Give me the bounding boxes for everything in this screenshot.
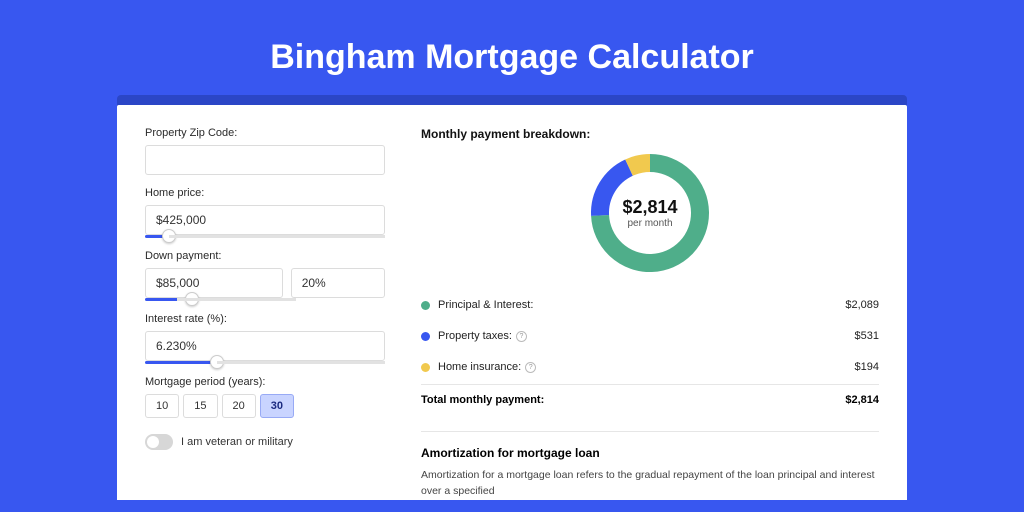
legend: Principal & Interest: $2,089 Property taxe… [421,289,879,382]
rate-label: Interest rate (%): [145,313,385,325]
legend-label-text: Principal & Interest: [438,299,533,311]
legend-dot [421,301,430,310]
info-icon[interactable]: ? [525,362,536,373]
down-payment-label: Down payment: [145,250,385,262]
amortization-text: Amortization for a mortgage loan refers … [421,468,879,500]
zip-input[interactable] [145,145,385,175]
down-payment-percent-input[interactable] [291,268,385,298]
donut-chart: $2,814 per month [590,153,710,273]
amortization-title: Amortization for mortgage loan [421,431,879,460]
period-group: Mortgage period (years): 10152030 [145,376,385,418]
rate-group: Interest rate (%): [145,313,385,364]
legend-value: $531 [855,330,879,342]
down-payment-amount-input[interactable] [145,268,283,298]
info-icon[interactable]: ? [516,331,527,342]
legend-row-0: Principal & Interest: $2,089 [421,289,879,320]
down-payment-row [145,268,385,298]
legend-dot [421,363,430,372]
donut-center: $2,814 per month [590,153,710,273]
price-slider-thumb[interactable] [162,229,176,243]
veteran-row: I am veteran or military [145,434,385,450]
rate-input[interactable] [145,331,385,361]
price-label: Home price: [145,187,385,199]
donut-sub: per month [627,218,672,229]
total-row: Total monthly payment: $2,814 [421,384,879,415]
donut-chart-wrap: $2,814 per month [421,149,879,283]
veteran-label: I am veteran or military [181,436,293,448]
rate-slider[interactable] [145,361,385,364]
legend-dot [421,332,430,341]
breakdown-panel: Monthly payment breakdown: $2,814 per mo… [421,127,879,500]
breakdown-title: Monthly payment breakdown: [421,127,879,141]
legend-label-text: Home insurance: [438,361,521,373]
legend-row-1: Property taxes:? $531 [421,320,879,351]
period-label: Mortgage period (years): [145,376,385,388]
calculator-card: Property Zip Code: Home price: Down paym… [117,105,907,500]
rate-slider-thumb[interactable] [210,355,224,369]
down-payment-slider-thumb[interactable] [185,292,199,306]
page: Bingham Mortgage Calculator Property Zip… [0,0,1024,512]
donut-value: $2,814 [622,197,677,218]
period-button-10[interactable]: 10 [145,394,179,418]
total-label: Total monthly payment: [421,394,845,406]
period-button-20[interactable]: 20 [222,394,256,418]
zip-label: Property Zip Code: [145,127,385,139]
zip-group: Property Zip Code: [145,127,385,175]
page-title: Bingham Mortgage Calculator [0,0,1024,95]
legend-value: $2,089 [845,299,879,311]
legend-value: $194 [855,361,879,373]
price-group: Home price: [145,187,385,238]
period-button-30[interactable]: 30 [260,394,294,418]
veteran-toggle[interactable] [145,434,173,450]
total-value: $2,814 [845,394,879,406]
price-input[interactable] [145,205,385,235]
price-slider[interactable] [145,235,385,238]
legend-label-text: Property taxes: [438,330,512,342]
period-buttons: 10152030 [145,394,385,418]
legend-row-2: Home insurance:? $194 [421,351,879,382]
period-button-15[interactable]: 15 [183,394,217,418]
down-payment-group: Down payment: [145,250,385,301]
down-payment-slider[interactable] [145,298,296,301]
card-outer: Property Zip Code: Home price: Down paym… [117,95,907,500]
input-panel: Property Zip Code: Home price: Down paym… [145,127,385,500]
